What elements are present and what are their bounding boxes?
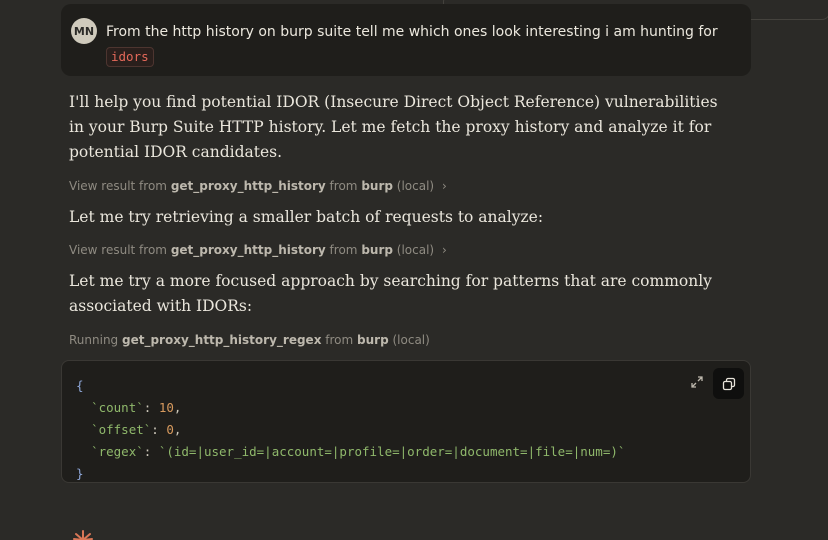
assistant-paragraph-2: Let me try retrieving a smaller batch of… — [69, 208, 544, 226]
user-avatar: MN — [71, 18, 97, 44]
inline-code: idors — [106, 47, 154, 67]
user-message: MN From the http history on burp suite t… — [61, 4, 751, 76]
tool-scope: (local) — [396, 179, 435, 193]
tool-from: from — [329, 243, 358, 257]
copy-icon — [722, 377, 735, 390]
code-value-regex: `(id=|user_id=|account=|profile=|order=|… — [158, 444, 626, 459]
user-message-body: From the http history on burp suite tell… — [106, 24, 718, 40]
tool-server: burp — [357, 333, 389, 347]
tool-server: burp — [361, 243, 393, 257]
code-comma: , — [173, 400, 182, 415]
code-value-offset: 0 — [166, 422, 174, 437]
user-message-text: From the http history on burp suite tell… — [106, 21, 726, 68]
tool-prefix: View result from — [69, 243, 167, 257]
tool-result-link-1[interactable]: View result from get_proxy_http_history … — [69, 179, 447, 193]
code-key-offset: `offset` — [91, 422, 152, 437]
tool-input-code-block: { `count`: 10, `offset`: 0, `regex`: `(i… — [61, 360, 751, 483]
tool-from: from — [329, 179, 358, 193]
code-content: { `count`: 10, `offset`: 0, `regex`: `(i… — [76, 375, 625, 485]
assistant-paragraph-3: Let me try a more focused approach by se… — [69, 272, 712, 315]
code-key-regex: `regex` — [91, 444, 144, 459]
tool-scope: (local) — [396, 243, 435, 257]
tool-running-status: Running get_proxy_http_history_regex fro… — [69, 333, 430, 347]
tool-name: get_proxy_http_history — [170, 179, 326, 193]
tool-server: burp — [361, 179, 393, 193]
code-sep: : — [143, 400, 159, 415]
chevron-right-icon: › — [441, 179, 447, 193]
assistant-paragraph-1: I'll help you find potential IDOR (Insec… — [69, 93, 718, 161]
tool-from: from — [325, 333, 354, 347]
code-open-brace: { — [76, 378, 84, 393]
code-value-count: 10 — [158, 400, 174, 415]
tool-name: get_proxy_http_history_regex — [122, 333, 322, 347]
expand-icon[interactable] — [690, 375, 704, 389]
code-comma: , — [173, 422, 182, 437]
tool-name: get_proxy_http_history — [170, 243, 326, 257]
chevron-right-icon: › — [441, 243, 447, 257]
tool-scope: (local) — [392, 333, 430, 347]
tool-prefix: Running — [69, 333, 119, 347]
tool-result-link-2[interactable]: View result from get_proxy_http_history … — [69, 243, 447, 257]
copy-button[interactable] — [713, 368, 744, 399]
code-sep: : — [143, 444, 159, 459]
code-close-brace: } — [76, 466, 84, 481]
tool-prefix: View result from — [69, 179, 167, 193]
sparkle-icon — [73, 530, 93, 540]
code-sep: : — [151, 422, 167, 437]
code-key-count: `count` — [91, 400, 144, 415]
